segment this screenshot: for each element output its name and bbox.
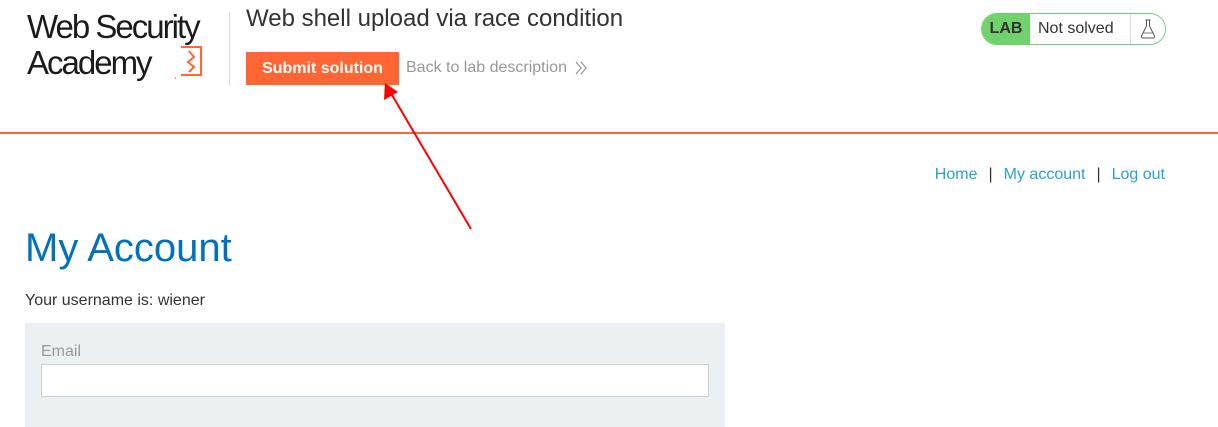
logo-text-line-2: Academy xyxy=(27,44,153,81)
logo-mark-icon xyxy=(175,46,202,79)
nav-home-link[interactable]: Home xyxy=(935,166,978,184)
flask-icon xyxy=(1130,14,1165,44)
lab-status-tag: LAB xyxy=(982,14,1030,44)
web-security-academy-logo[interactable]: Web Security Academy xyxy=(27,8,227,86)
nav-separator: | xyxy=(1096,166,1101,183)
username-text: Your username is: wiener xyxy=(25,292,205,309)
logo-divider xyxy=(229,12,230,86)
page-title: My Account xyxy=(25,226,232,270)
lab-title: Web shell upload via race condition xyxy=(246,5,624,32)
back-to-lab-description-link[interactable]: Back to lab description xyxy=(406,59,587,77)
back-link-label: Back to lab description xyxy=(406,59,567,76)
top-navigation: Home | My account | Log out xyxy=(935,166,1165,184)
header-divider xyxy=(0,132,1218,134)
double-chevron-right-icon xyxy=(575,61,587,75)
lab-status-widget: LAB Not solved xyxy=(981,13,1166,45)
email-label: Email xyxy=(41,343,82,360)
nav-separator: | xyxy=(988,166,993,183)
lab-status-text: Not solved xyxy=(1030,14,1130,44)
email-field[interactable] xyxy=(41,364,709,397)
logo-text-line-1: Web Security xyxy=(27,8,201,45)
submit-solution-button[interactable]: Submit solution xyxy=(246,52,399,85)
update-email-form: Email xyxy=(25,323,725,427)
nav-my-account-link[interactable]: My account xyxy=(1004,166,1086,184)
nav-log-out-link[interactable]: Log out xyxy=(1112,166,1165,184)
